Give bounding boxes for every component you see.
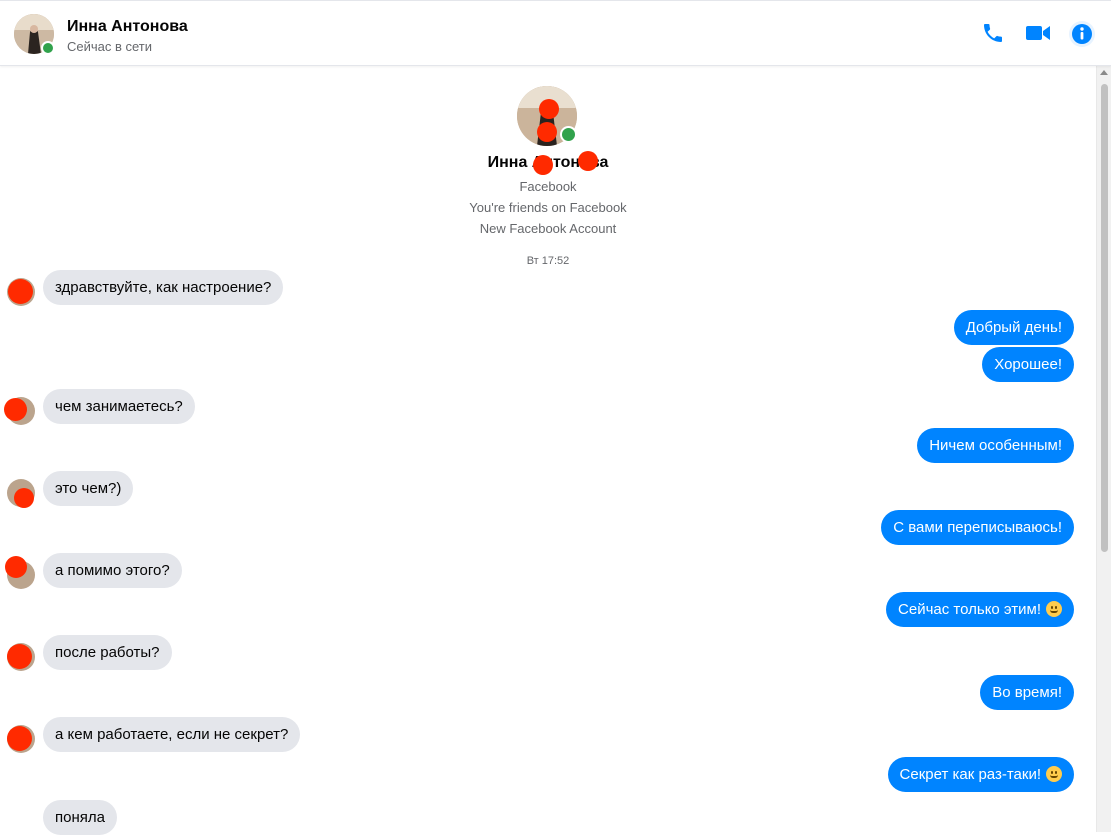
incoming-message[interactable]: а помимо этого? [43, 553, 182, 588]
profile-friend-status: You're friends on Facebook [469, 200, 627, 215]
redaction-mark [14, 488, 34, 508]
redaction-mark [537, 122, 557, 142]
incoming-message[interactable]: это чем?) [43, 471, 134, 506]
contact-status: Сейчас в сети [67, 39, 153, 54]
outgoing-message[interactable]: Хорошее! [982, 347, 1074, 382]
redaction-mark [7, 644, 32, 669]
incoming-message[interactable]: здравствуйте, как настроение? [43, 270, 284, 305]
incoming-message[interactable]: поняла [43, 800, 117, 835]
phone-icon[interactable] [981, 21, 1007, 47]
outgoing-message[interactable]: С вами переписываюсь! [881, 510, 1074, 545]
outgoing-message[interactable]: Сейчас только этим! [886, 592, 1074, 627]
online-status-dot [41, 41, 55, 55]
redaction-mark [578, 151, 598, 171]
video-camera-icon[interactable] [1025, 21, 1051, 47]
outgoing-message[interactable]: Во время! [980, 675, 1074, 710]
redaction-mark [4, 398, 27, 421]
redaction-mark [7, 726, 32, 751]
redaction-mark [533, 155, 553, 175]
scrollbar-thumb[interactable] [1101, 84, 1108, 552]
slightly-smiling-face-icon [1046, 766, 1062, 782]
conversation-header: Инна Антонова Сейчас в сети [0, 0, 1111, 66]
scroll-up-arrow-icon[interactable] [1100, 70, 1108, 75]
redaction-mark [539, 99, 559, 119]
message-timestamp: Вт 17:52 [526, 255, 570, 267]
info-icon[interactable] [1068, 20, 1095, 47]
contact-name[interactable]: Инна Антонова [67, 18, 188, 36]
redaction-mark [5, 556, 27, 578]
outgoing-message[interactable]: Секрет как раз-таки! [887, 757, 1074, 792]
slightly-smiling-face-icon [1046, 601, 1062, 617]
profile-platform: Facebook [519, 179, 577, 194]
profile-online-dot [560, 126, 577, 143]
outgoing-message[interactable]: Добрый день! [953, 310, 1074, 345]
outgoing-message[interactable]: Ничем особенным! [917, 428, 1074, 463]
redaction-mark [8, 279, 33, 304]
profile-account-note: New Facebook Account [479, 221, 617, 236]
outgoing-message-text: Секрет как раз-таки! [899, 766, 1041, 783]
incoming-message[interactable]: а кем работаете, если не секрет? [43, 717, 301, 752]
scrollbar[interactable] [1096, 66, 1111, 832]
outgoing-message-text: Сейчас только этим! [898, 601, 1041, 618]
incoming-message[interactable]: чем занимаетесь? [43, 389, 195, 424]
incoming-message[interactable]: после работы? [43, 635, 172, 670]
